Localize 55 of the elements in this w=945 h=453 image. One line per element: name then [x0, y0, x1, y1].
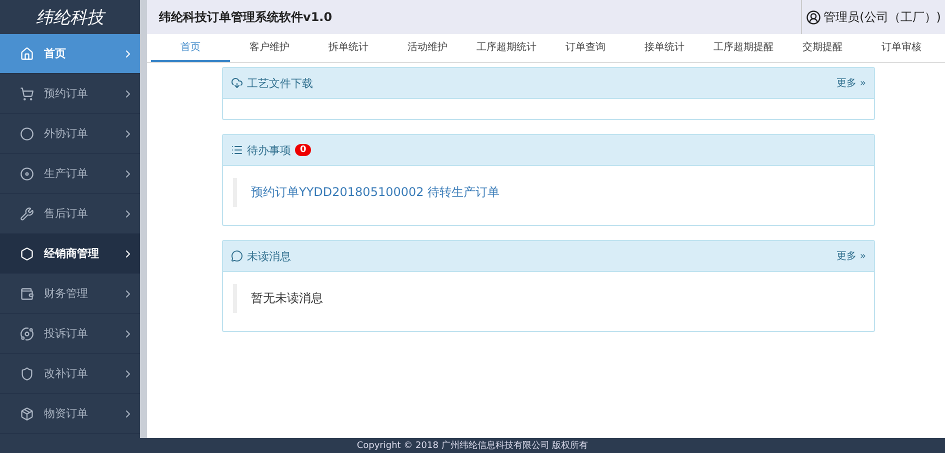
- sidebar-item[interactable]: 生产订单: [0, 154, 140, 194]
- sidebar-item[interactable]: 外协订单: [0, 114, 140, 154]
- ring-icon: [20, 126, 34, 140]
- app-title: 纬纶科技订单管理系统软件v1.0: [159, 8, 332, 26]
- cart-icon: [20, 86, 34, 100]
- user-name: 管理员(公司（工厂）): [824, 8, 941, 26]
- logo: 纬纶科技: [35, 6, 107, 30]
- sidebar-item[interactable]: 物资订单: [0, 394, 140, 434]
- sidebar-item-label: 售后订单: [44, 206, 89, 221]
- sidebar-item-label: 经销商管理: [44, 246, 100, 261]
- tab[interactable]: 订单查询: [546, 34, 625, 62]
- sidebar-item-label: 财务管理: [44, 286, 89, 301]
- tab[interactable]: 工序超期提醒: [704, 34, 783, 62]
- tab[interactable]: 拆单统计: [309, 34, 388, 62]
- user-menu[interactable]: 管理员(公司（工厂）): [800, 0, 945, 34]
- package-icon: [20, 406, 34, 420]
- sidebar-item[interactable]: 预约订单: [0, 74, 140, 114]
- chat-icon: [231, 250, 243, 262]
- more-link[interactable]: 更多 »: [836, 76, 866, 90]
- panel-title: 待办事项: [247, 142, 291, 158]
- cloud-download-icon: [231, 77, 243, 89]
- sidebar-item-label: 预约订单: [44, 86, 89, 101]
- disc-icon: [20, 166, 34, 180]
- home-icon: [20, 46, 34, 60]
- wallet-icon: [20, 286, 34, 300]
- sidebar-item[interactable]: 经销商管理: [0, 234, 140, 274]
- sidebar-item-label: 生产订单: [44, 166, 89, 181]
- tab[interactable]: 首页: [151, 34, 230, 62]
- more-link[interactable]: 更多 »: [836, 249, 866, 263]
- tab[interactable]: 活动维护: [388, 34, 467, 62]
- sidebar-item[interactable]: 投诉订单: [0, 314, 140, 354]
- sidebar-item-label: 外协订单: [44, 126, 89, 141]
- tab[interactable]: 订单审核: [862, 34, 941, 62]
- sidebar-item[interactable]: 财务管理: [0, 274, 140, 314]
- todo-link[interactable]: 预约订单YYDD201805100002 待转生产订单: [233, 178, 864, 207]
- empty-message: 暂无未读消息: [233, 284, 864, 313]
- panel-title: 工艺文件下载: [247, 76, 313, 90]
- hexagon-icon: [20, 246, 34, 260]
- count-badge: 0: [295, 144, 312, 156]
- orbit-icon: [20, 326, 34, 340]
- tab[interactable]: 交期提醒: [783, 34, 862, 62]
- sidebar-item-label: 改补订单: [44, 366, 89, 381]
- tab[interactable]: 接单统计: [625, 34, 704, 62]
- sidebar-item-label: 投诉订单: [44, 326, 89, 341]
- tab[interactable]: 客户维护: [230, 34, 309, 62]
- sidebar-item-label: 首页: [44, 46, 67, 61]
- sidebar-item[interactable]: 首页: [0, 34, 140, 74]
- panel-title: 未读消息: [247, 248, 291, 264]
- sidebar-item[interactable]: 改补订单: [0, 354, 140, 394]
- footer: Copyright © 2018 广州纬纶信息科技有限公司 版权所有: [0, 438, 945, 453]
- tab[interactable]: 工序超期统计: [467, 34, 546, 62]
- sidebar-item-label: 物资订单: [44, 406, 89, 421]
- shield-icon: [20, 366, 34, 380]
- user-icon: [806, 10, 821, 24]
- wrench-icon: [20, 206, 34, 220]
